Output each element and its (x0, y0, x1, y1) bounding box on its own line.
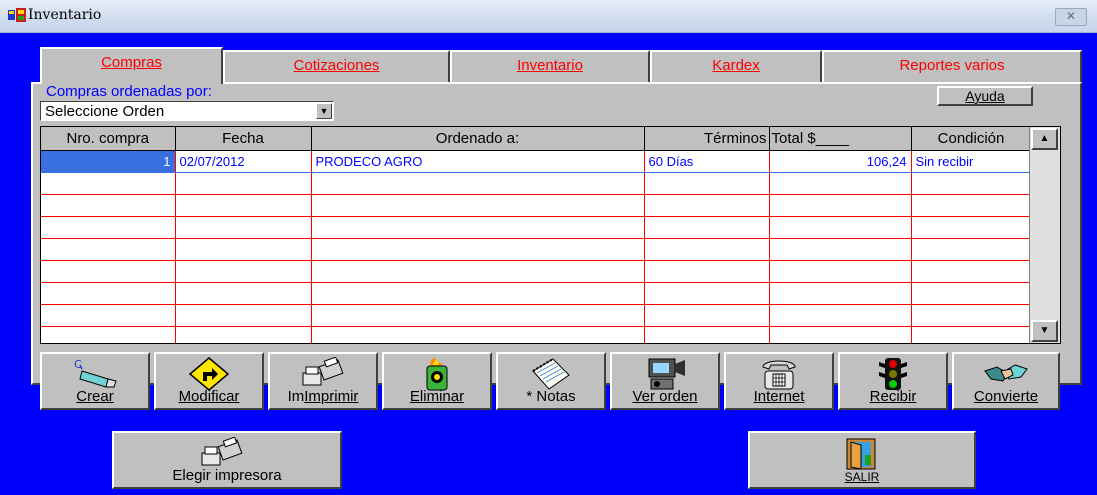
close-button[interactable]: ✕ (1055, 8, 1087, 26)
turn-sign-icon (189, 357, 229, 391)
internet-button[interactable]: Internet (724, 352, 834, 410)
create-button[interactable]: C Crear (40, 352, 150, 410)
cell-nro-compra[interactable]: 1 (41, 150, 176, 173)
scroll-up-icon[interactable]: ▲ (1031, 128, 1058, 150)
column-header[interactable]: Nro. compra (41, 127, 176, 151)
table-row[interactable] (41, 260, 1032, 283)
table-row[interactable] (41, 216, 1032, 239)
cell-fecha[interactable]: 02/07/2012 (175, 150, 312, 173)
table-row[interactable]: 1 02/07/2012 PRODECO AGRO 60 Días 106,24… (41, 150, 1032, 173)
door-exit-icon (846, 438, 876, 470)
telephone-icon (762, 360, 796, 390)
column-header[interactable]: Ordenado a: (311, 127, 645, 151)
trash-fire-icon (426, 357, 448, 391)
window-title: Inventario (28, 7, 102, 23)
cell-condicion[interactable]: Sin recibir (911, 150, 1032, 173)
table-row[interactable] (41, 172, 1032, 195)
tab-reportes-varios[interactable]: Reportes varios (822, 50, 1082, 82)
cell-terminos[interactable]: 60 Días (644, 150, 770, 173)
print-button[interactable]: ImImprimir (268, 352, 378, 410)
table-row[interactable] (41, 238, 1032, 261)
vertical-scrollbar[interactable]: ▲ ▼ (1029, 127, 1060, 343)
traffic-light-icon (879, 358, 907, 390)
app-icon (8, 8, 26, 22)
column-header[interactable]: Términos (644, 127, 770, 151)
svg-text:C: C (74, 358, 82, 371)
column-header[interactable]: Fecha (175, 127, 312, 151)
receive-button[interactable]: Recibir (838, 352, 948, 410)
glue-pen-icon: C (74, 358, 117, 388)
table-row[interactable] (41, 326, 1032, 343)
column-header[interactable]: Condición (911, 127, 1032, 151)
help-button[interactable]: Ayuda (937, 86, 1033, 106)
tab-cotizaciones[interactable]: Cotizaciones (223, 50, 450, 82)
close-icon: ✕ (1065, 9, 1077, 23)
view-order-button[interactable]: Ver orden (610, 352, 720, 410)
column-header[interactable]: Total $____ (769, 127, 912, 151)
printer-icon (302, 357, 344, 386)
choose-printer-button[interactable]: Elegir impresora (112, 431, 342, 489)
order-by-label: Compras ordenadas por: (46, 83, 212, 100)
title-bar: Inventario ✕ (0, 0, 1097, 33)
modify-button[interactable]: Modificar (154, 352, 264, 410)
cell-ordenado-a[interactable]: PRODECO AGRO (311, 150, 645, 173)
exit-button[interactable]: SALIR (748, 431, 976, 489)
printer-icon (201, 437, 243, 466)
camera-icon (648, 358, 685, 390)
tab-inventario[interactable]: Inventario (450, 50, 650, 82)
handshake-icon (984, 364, 1028, 382)
notepad-icon (532, 358, 570, 390)
order-select-value: Seleccione Orden (45, 103, 165, 120)
purchases-table: Nro. compra Fecha Ordenado a: Términos T… (41, 127, 1032, 343)
order-select[interactable]: Seleccione Orden ▼ (40, 101, 334, 121)
convert-button[interactable]: Convierte (952, 352, 1060, 410)
table-row[interactable] (41, 304, 1032, 327)
delete-button[interactable]: Eliminar (382, 352, 492, 410)
notes-button[interactable]: * Notas (496, 352, 606, 410)
purchases-grid: Nro. compra Fecha Ordenado a: Términos T… (40, 126, 1061, 344)
scroll-down-icon[interactable]: ▼ (1031, 320, 1058, 342)
tab-compras[interactable]: Compras (40, 47, 223, 84)
cell-total[interactable]: 106,24 (769, 150, 912, 173)
table-row[interactable] (41, 282, 1032, 305)
tab-kardex[interactable]: Kardex (650, 50, 822, 82)
chevron-down-icon[interactable]: ▼ (316, 103, 332, 119)
table-row[interactable] (41, 194, 1032, 217)
